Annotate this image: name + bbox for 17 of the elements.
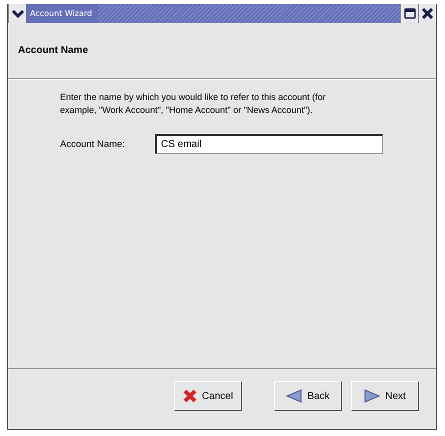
- back-button[interactable]: Back: [274, 381, 342, 411]
- menu-button[interactable]: [8, 4, 26, 23]
- chevron-icon: [12, 8, 24, 18]
- close-icon: [422, 8, 433, 19]
- close-button[interactable]: [418, 4, 436, 23]
- description-text: Enter the name by which you would like to refer to this account (for example, "Work Account", "Home Account" or "News Account").: [60, 91, 327, 117]
- field-label: Account Name:: [60, 138, 126, 150]
- left-arrow-icon: [286, 389, 302, 403]
- account-name-field[interactable]: CS email: [155, 134, 383, 154]
- maximize-button[interactable]: [400, 4, 418, 23]
- window-title: Account Wizard: [26, 4, 98, 23]
- right-arrow-icon: [364, 389, 380, 403]
- cancel-button[interactable]: Cancel: [174, 381, 242, 411]
- page-heading: Account Name: [18, 45, 88, 56]
- window-icon: [404, 8, 416, 19]
- cross-icon: [182, 389, 197, 403]
- next-button[interactable]: Next: [351, 381, 419, 411]
